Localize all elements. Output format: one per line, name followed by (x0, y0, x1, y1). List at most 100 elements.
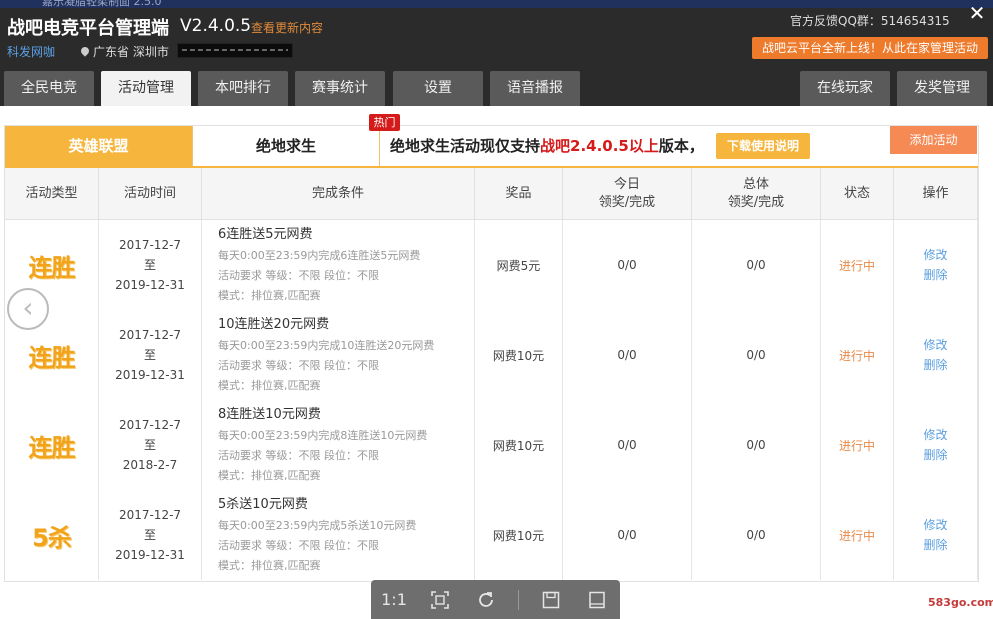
start-date: 2017-12-7 (118, 508, 182, 522)
today-count: 0/0 (617, 348, 637, 362)
delete-link[interactable]: 删除 (923, 445, 947, 465)
date-separator: 至 (143, 258, 156, 272)
start-date: 2017-12-7 (118, 238, 182, 252)
condition-title: 6连胜送5元网费 (218, 227, 313, 242)
today-count: 0/0 (617, 258, 637, 272)
edit-link[interactable]: 修改 (923, 515, 947, 535)
edit-link[interactable]: 修改 (923, 245, 947, 265)
tab-settings[interactable]: 设置 (393, 71, 483, 106)
fullscreen-icon[interactable] (583, 588, 611, 612)
tab-activity-management[interactable]: 活动管理 (101, 71, 191, 106)
col-header-today: 今日 领奖/完成 (563, 168, 692, 220)
condition-title: 8连胜送10元网费 (218, 407, 321, 422)
activity-panel: 英雄联盟 绝地求生 热门 绝地求生活动现仅支持战吧2.4.0.5以上版本， 下载… (4, 114, 979, 582)
edit-link[interactable]: 修改 (923, 425, 947, 445)
date-separator: 至 (143, 348, 156, 362)
end-date: 2018-2-7 (122, 458, 178, 472)
activity-time-cell: 2017-12-7 至 2019-12-31 (99, 490, 202, 580)
total-cell: 0/0 (692, 220, 821, 310)
close-icon[interactable]: ✕ (966, 2, 988, 24)
bar-name-link[interactable]: 科发网咖 (7, 43, 55, 60)
cloud-promo-button[interactable]: 战吧云平台全新上线！从此在家管理活动 (752, 37, 988, 59)
previous-arrow-icon[interactable]: ‹ (7, 288, 49, 330)
total-cell: 0/0 (692, 310, 821, 400)
notice-version: 战吧2.4.0.5以上 (540, 137, 659, 155)
status-cell: 进行中 (821, 220, 894, 310)
condition-desc: 每天0:00至23:59内完成6连胜送5元网费 (218, 249, 421, 262)
prize-text: 网费5元 (496, 258, 541, 273)
tab-all-esports[interactable]: 全民电竞 (4, 71, 94, 106)
condition-requirement: 活动要求 等级：不限 段位：不限 (218, 359, 379, 372)
date-separator: 至 (143, 438, 156, 452)
start-date: 2017-12-7 (118, 328, 182, 342)
rotate-icon[interactable] (472, 588, 500, 612)
total-count: 0/0 (746, 348, 766, 362)
activity-type-icon: 连胜 (28, 253, 76, 282)
condition-cell: 8连胜送10元网费每天0:00至23:59内完成8连胜送10元网费 活动要求 等级… (202, 400, 475, 490)
today-cell: 0/0 (563, 400, 692, 490)
activity-type-icon: 连胜 (28, 343, 76, 372)
condition-cell: 6连胜送5元网费每天0:00至23:59内完成6连胜送5元网费 活动要求 等级：不… (202, 220, 475, 310)
tab-prize-management[interactable]: 发奖管理 (897, 71, 987, 106)
status-cell: 进行中 (821, 400, 894, 490)
pubg-notice: 绝地求生活动现仅支持战吧2.4.0.5以上版本， (390, 137, 704, 155)
delete-link[interactable]: 删除 (923, 355, 947, 375)
add-activity-button[interactable]: 添加活动 (890, 126, 977, 154)
actual-size-button[interactable]: 1:1 (380, 588, 408, 612)
activity-time-cell: 2017-12-7 至 2019-12-31 (99, 220, 202, 310)
condition-mode: 模式：排位赛,匹配赛 (218, 559, 321, 572)
game-tab-pubg[interactable]: 绝地求生 (192, 126, 380, 166)
delete-link[interactable]: 删除 (923, 535, 947, 555)
today-cell: 0/0 (563, 490, 692, 580)
col-header-ops: 操作 (894, 168, 978, 220)
today-cell: 0/0 (563, 220, 692, 310)
location-text: 广东省 深圳市 (93, 45, 169, 59)
save-icon[interactable] (537, 588, 565, 612)
condition-requirement: 活动要求 等级：不限 段位：不限 (218, 539, 379, 552)
start-date: 2017-12-7 (118, 418, 182, 432)
condition-title: 10连胜送20元网费 (218, 317, 330, 332)
prize-cell: 网费10元 (475, 400, 563, 490)
condition-desc: 每天0:00至23:59内完成10连胜送20元网费 (218, 339, 435, 352)
title-bar: 嘉乐凝脂轻柔制面 2.5.0 战吧电竞平台管理端 V2.4.0.5 查看更新内容… (0, 0, 993, 106)
tab-bar-ranking[interactable]: 本吧排行 (198, 71, 288, 106)
total-cell: 0/0 (692, 490, 821, 580)
tab-online-players[interactable]: 在线玩家 (800, 71, 890, 106)
activity-type-cell: 5杀 (5, 490, 99, 580)
status-cell: 进行中 (821, 310, 894, 400)
app-title: 战吧电竞平台管理端 (7, 18, 169, 39)
condition-desc: 每天0:00至23:59内完成8连胜送10元网费 (218, 429, 428, 442)
today-count: 0/0 (617, 438, 637, 452)
today-cell: 0/0 (563, 310, 692, 400)
condition-mode: 模式：排位赛,匹配赛 (218, 289, 321, 302)
masked-address (177, 43, 293, 58)
today-count: 0/0 (617, 528, 637, 542)
condition-requirement: 活动要求 等级：不限 段位：不限 (218, 269, 379, 282)
ops-cell: 修改 删除 (894, 220, 978, 310)
status-cell: 进行中 (821, 490, 894, 580)
col-header-condition: 完成条件 (202, 168, 475, 220)
top-strip: 嘉乐凝脂轻柔制面 2.5.0 (0, 0, 993, 8)
fit-window-icon[interactable] (426, 588, 454, 612)
condition-cell: 10连胜送20元网费每天0:00至23:59内完成10连胜送20元网费 活动要求 … (202, 310, 475, 400)
game-tab-lol[interactable]: 英雄联盟 (5, 126, 192, 166)
end-date: 2019-12-31 (115, 548, 185, 562)
condition-mode: 模式：排位赛,匹配赛 (218, 379, 321, 392)
delete-link[interactable]: 删除 (923, 265, 947, 285)
tab-voice-broadcast[interactable]: 语音播报 (490, 71, 580, 106)
tab-match-stats[interactable]: 赛事统计 (295, 71, 385, 106)
condition-title: 5杀送10元网费 (218, 497, 308, 512)
activity-time-cell: 2017-12-7 至 2019-12-31 (99, 310, 202, 400)
download-guide-button[interactable]: 下载使用说明 (716, 133, 810, 159)
status-badge: 进行中 (838, 528, 875, 543)
status-badge: 进行中 (838, 348, 875, 363)
toolbar-divider (518, 589, 519, 610)
date-separator: 至 (143, 528, 156, 542)
col-header-status: 状态 (821, 168, 894, 220)
edit-link[interactable]: 修改 (923, 335, 947, 355)
condition-mode: 模式：排位赛,匹配赛 (218, 469, 321, 482)
prize-text: 网费10元 (492, 438, 545, 453)
end-date: 2019-12-31 (115, 368, 185, 382)
update-link[interactable]: 查看更新内容 (251, 19, 323, 36)
condition-requirement: 活动要求 等级：不限 段位：不限 (218, 449, 379, 462)
